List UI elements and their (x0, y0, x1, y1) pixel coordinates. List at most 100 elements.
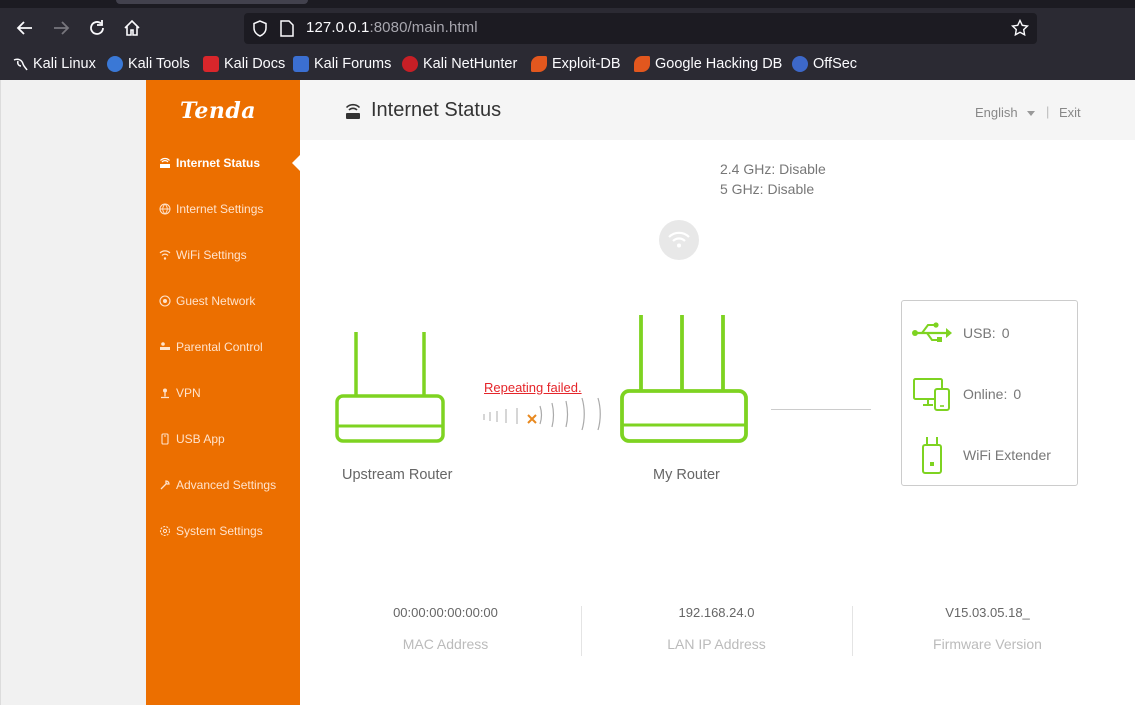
address-bar[interactable]: 127.0.0.1:8080/main.html (244, 13, 1037, 44)
sidebar-item-label: Internet Settings (176, 202, 264, 216)
kali-tools-icon (107, 56, 123, 72)
bookmarks-toolbar: Kali Linux Kali Tools Kali Docs Kali For… (0, 50, 1135, 78)
bookmark-label: Kali Linux (33, 56, 96, 72)
exploit-db-icon (531, 56, 547, 72)
home-button[interactable] (121, 17, 143, 39)
sidebar-item-wifi-settings[interactable]: WiFi Settings (146, 240, 300, 270)
left-gutter (0, 80, 146, 705)
mac-address-block: 00:00:00:00:00:00 MAC Address (310, 605, 581, 652)
wifi-extender-row[interactable]: WiFi Extender (912, 435, 1072, 475)
sidebar: Tenda Internet Status Internet Settings … (146, 80, 300, 705)
sidebar-item-label: Internet Status (176, 156, 261, 170)
header-separator: | (1046, 104, 1050, 119)
wifi-icon (158, 249, 171, 262)
page-header: Internet Status English | Exit (300, 80, 1135, 140)
bookmark-label: Google Hacking DB (655, 56, 783, 72)
lan-ip-label: LAN IP Address (667, 636, 766, 652)
sidebar-item-internet-settings[interactable]: Internet Settings (146, 194, 300, 224)
router-icon (158, 157, 171, 170)
kali-dragon-icon (12, 56, 28, 72)
sidebar-item-label: System Settings (176, 524, 263, 538)
tab-strip (0, 0, 1135, 8)
arrow-left-icon (16, 21, 32, 35)
kali-docs-icon (203, 56, 219, 72)
usb-count: 0 (1001, 325, 1010, 341)
firmware-block: V15.03.05.18_ Firmware Version (852, 605, 1123, 652)
mac-address-value: 00:00:00:00:00:00 (393, 605, 498, 620)
bookmark-kali-tools[interactable]: Kali Tools (107, 54, 190, 74)
signal-waves-icon (483, 397, 601, 431)
ghdb-icon (634, 56, 650, 72)
bookmark-kali-linux[interactable]: Kali Linux (12, 54, 96, 74)
sidebar-item-label: Parental Control (176, 340, 263, 354)
nethunter-icon (402, 56, 418, 72)
sidebar-item-usb-app[interactable]: USB App (146, 424, 300, 454)
bookmark-kali-nethunter[interactable]: Kali NetHunter (402, 54, 517, 74)
arrow-right-icon (54, 21, 70, 35)
wifi-5ghz-status: 5 GHz: Disable (720, 181, 815, 197)
my-router-label: My Router (653, 467, 720, 483)
sidebar-item-vpn[interactable]: VPN (146, 378, 300, 408)
kali-forums-icon (293, 56, 309, 72)
sidebar-item-label: Guest Network (176, 294, 256, 308)
bookmark-label: Exploit-DB (552, 56, 621, 72)
shield-icon (253, 20, 267, 37)
active-tab[interactable] (116, 0, 308, 4)
tenda-logo: Tenda (180, 98, 256, 124)
online-label: Online: (963, 386, 1008, 402)
bookmark-offsec[interactable]: OffSec (792, 54, 857, 74)
devices-icon (912, 374, 952, 414)
page-title: Internet Status (371, 99, 502, 121)
offsec-icon (792, 56, 808, 72)
page-icon (280, 20, 294, 37)
back-button[interactable] (14, 17, 36, 39)
repeat-status-link[interactable]: Repeating failed. (484, 380, 582, 395)
bookmark-kali-docs[interactable]: Kali Docs (203, 54, 285, 74)
bookmark-google-hacking-db[interactable]: Google Hacking DB (634, 54, 782, 74)
sidebar-item-label: Advanced Settings (176, 478, 277, 492)
firmware-version-value: V15.03.05.18_ (945, 605, 1030, 620)
exit-link[interactable]: Exit (1059, 105, 1081, 120)
wifi-extender-icon (912, 435, 952, 475)
bookmark-label: Kali Forums (314, 56, 392, 72)
wifi-24ghz-status: 2.4 GHz: Disable (720, 161, 826, 177)
bookmark-exploit-db[interactable]: Exploit-DB (531, 54, 621, 74)
sidebar-item-advanced-settings[interactable]: Advanced Settings (146, 470, 300, 500)
my-router-icon (620, 315, 748, 443)
mac-address-label: MAC Address (402, 636, 489, 652)
bookmark-kali-forums[interactable]: Kali Forums (293, 54, 391, 74)
online-devices-row[interactable]: Online: 0 (912, 374, 1072, 414)
sidebar-item-guest-network[interactable]: Guest Network (146, 286, 300, 316)
url-path: :8080/main.html (369, 19, 478, 36)
usb-drive-icon (158, 433, 171, 446)
lan-ip-block: 192.168.24.0 LAN IP Address (581, 605, 852, 652)
close-icon (527, 414, 537, 424)
bookmark-label: Kali Tools (128, 56, 190, 72)
vpn-icon (158, 387, 171, 400)
language-select[interactable]: English (975, 105, 1018, 120)
firmware-version-label: Firmware Version (933, 636, 1042, 652)
wifi-icon (668, 231, 690, 248)
parental-icon (158, 341, 171, 354)
sidebar-item-parental-control[interactable]: Parental Control (146, 332, 300, 362)
bookmark-star-icon[interactable] (1011, 19, 1029, 37)
sidebar-item-system-settings[interactable]: System Settings (146, 516, 300, 546)
upstream-router-label: Upstream Router (342, 467, 453, 483)
wifi-toggle[interactable] (659, 220, 699, 260)
guest-wifi-icon (158, 295, 171, 308)
chevron-down-icon[interactable] (1027, 111, 1035, 116)
browser-chrome: 127.0.0.1:8080/main.html Kali Linux Kali… (0, 0, 1135, 80)
sidebar-item-label: WiFi Settings (176, 248, 247, 262)
url-text[interactable]: 127.0.0.1:8080/main.html (306, 19, 478, 36)
usb-row[interactable]: USB: 0 (912, 313, 1072, 353)
forward-button[interactable] (50, 17, 72, 39)
sidebar-item-label: VPN (176, 386, 201, 400)
wifi-extender-label: WiFi Extender (963, 447, 1051, 463)
usb-icon (912, 313, 952, 353)
sidebar-item-internet-status[interactable]: Internet Status (146, 148, 300, 178)
gear-icon (158, 525, 171, 538)
sidebar-item-label: USB App (176, 432, 225, 446)
reload-button[interactable] (86, 17, 108, 39)
usb-label: USB: (963, 325, 996, 341)
lan-ip-value: 192.168.24.0 (678, 605, 755, 620)
